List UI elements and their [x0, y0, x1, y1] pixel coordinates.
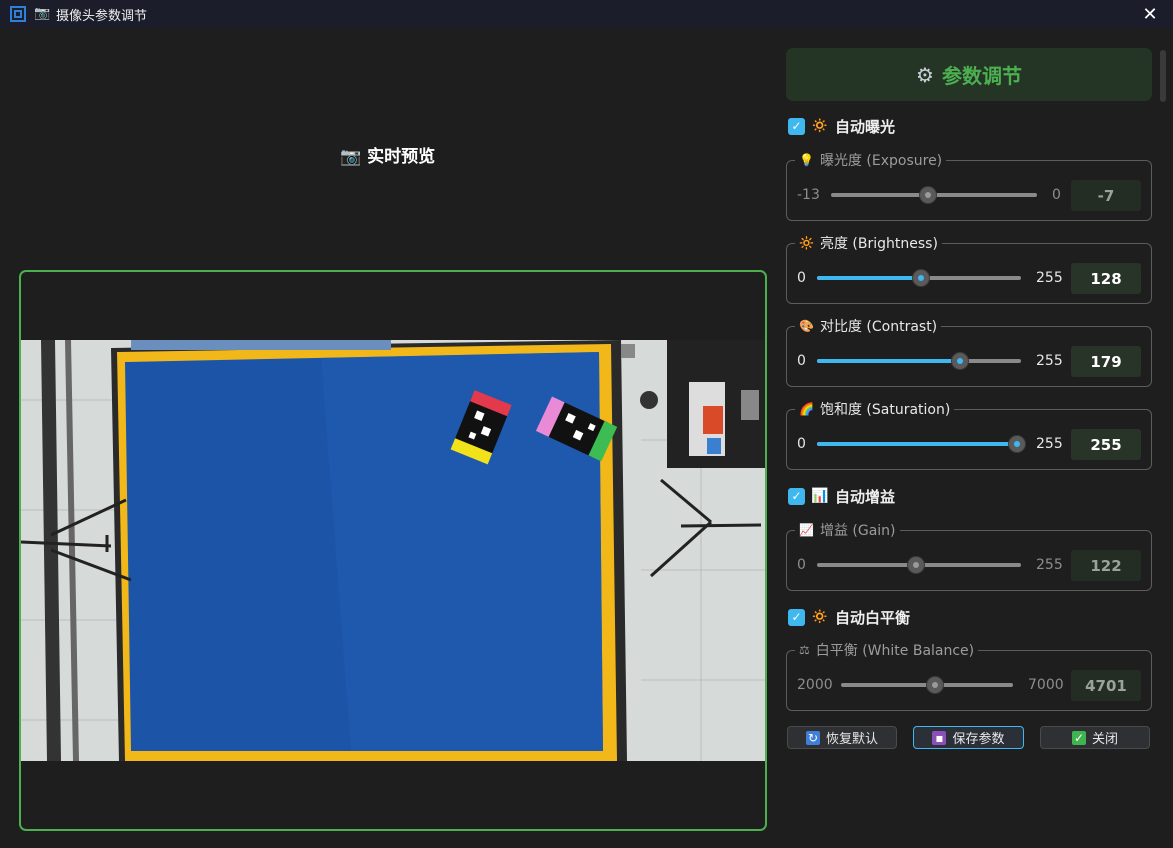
brightness-group: 🔆 亮度 (Brightness) 0 255 128	[786, 233, 1152, 304]
contrast-max: 255	[1036, 353, 1063, 369]
bar-chart-icon: 📊	[811, 488, 829, 504]
panel-title: 参数调节	[941, 64, 1022, 88]
save-params-button[interactable]: ▪ 保存参数	[913, 726, 1024, 749]
chart-up-icon: 📈	[799, 523, 814, 537]
auto-exposure-label: 自动曝光	[835, 117, 896, 136]
save-label: 保存参数	[952, 732, 1005, 747]
title-bar: 📷 摄像头参数调节 ✕	[0, 0, 1173, 28]
saturation-group: 🌈 饱和度 (Saturation) 0 255 255	[786, 399, 1152, 470]
gain-value[interactable]: 122	[1071, 550, 1141, 581]
refresh-icon: ↻	[805, 730, 820, 745]
white-balance-max: 7000	[1028, 677, 1064, 693]
contrast-group: 🎨 对比度 (Contrast) 0 255 179	[786, 316, 1152, 387]
auto-white-balance-checkbox[interactable]: ✓ 🔅 自动白平衡	[788, 607, 910, 627]
brightness-label: 亮度 (Brightness)	[819, 236, 938, 252]
white-balance-slider-handle[interactable]	[926, 676, 944, 694]
checkmark-icon[interactable]: ✓	[788, 487, 805, 505]
saturation-slider-handle[interactable]	[1008, 435, 1026, 453]
rainbow-icon: 🌈	[799, 402, 814, 416]
camera-icon: 📷	[34, 6, 51, 21]
sun-icon: 🔅	[811, 118, 829, 134]
brightness-value[interactable]: 128	[1071, 263, 1141, 294]
contrast-title: 🎨 对比度 (Contrast)	[795, 316, 942, 336]
auto-exposure-checkbox[interactable]: ✓ 🔅 自动曝光	[788, 116, 895, 136]
white-balance-title: ⚖ 白平衡 (White Balance)	[795, 640, 979, 660]
exposure-label: 曝光度 (Exposure)	[819, 153, 943, 169]
preview-title: 📷 实时预览	[340, 147, 436, 167]
saturation-value[interactable]: 255	[1071, 429, 1141, 460]
brightness-slider-handle[interactable]	[912, 269, 930, 287]
panel-scrollbar[interactable]	[1160, 50, 1166, 102]
exposure-group: 💡 曝光度 (Exposure) -13 0 -7	[786, 150, 1152, 221]
brightness-title: 🔆 亮度 (Brightness)	[795, 233, 942, 253]
gain-group: 📈 增益 (Gain) 0 255 122	[786, 520, 1152, 591]
gain-min: 0	[797, 557, 806, 573]
gain-label: 增益 (Gain)	[819, 523, 896, 539]
saturation-label: 饱和度 (Saturation)	[819, 402, 951, 418]
exposure-max: 0	[1052, 187, 1061, 203]
exposure-min: -13	[797, 187, 820, 203]
reset-label: 恢复默认	[825, 732, 878, 747]
white-balance-group: ⚖ 白平衡 (White Balance) 2000 7000 4701	[786, 640, 1152, 711]
exposure-value[interactable]: -7	[1071, 180, 1141, 211]
saturation-min: 0	[797, 436, 806, 452]
contrast-label: 对比度 (Contrast)	[819, 319, 938, 335]
white-balance-min: 2000	[797, 677, 833, 693]
checkmark-icon[interactable]: ✓	[788, 608, 805, 626]
gain-slider-handle[interactable]	[907, 556, 925, 574]
brightness-icon: 🔆	[799, 236, 814, 250]
white-balance-label: 白平衡 (White Balance)	[815, 643, 975, 659]
contrast-min: 0	[797, 353, 806, 369]
close-button[interactable]: ✓ 关闭	[1040, 726, 1150, 749]
exposure-title: 💡 曝光度 (Exposure)	[795, 150, 947, 170]
auto-gain-checkbox[interactable]: ✓ 📊 自动增益	[788, 486, 895, 506]
brightness-min: 0	[797, 270, 806, 286]
panel-header: ⚙ 参数调节	[786, 48, 1152, 101]
exposure-slider-handle[interactable]	[919, 186, 937, 204]
brightness-max: 255	[1036, 270, 1063, 286]
lightbulb-icon: 💡	[799, 153, 814, 167]
saturation-slider-fill	[817, 442, 1021, 446]
saturation-max: 255	[1036, 436, 1063, 452]
window-title: 摄像头参数调节	[56, 9, 148, 24]
saturation-title: 🌈 饱和度 (Saturation)	[795, 399, 955, 419]
gear-icon: ⚙	[916, 62, 934, 87]
white-balance-value[interactable]: 4701	[1071, 670, 1141, 701]
auto-gain-label: 自动增益	[835, 487, 896, 506]
palette-icon: 🎨	[799, 319, 814, 333]
gain-max: 255	[1036, 557, 1063, 573]
scales-icon: ⚖	[799, 643, 810, 657]
window-close-button[interactable]: ✕	[1127, 0, 1173, 28]
contrast-slider-fill	[817, 359, 961, 363]
floppy-disk-icon: ▪	[932, 730, 947, 745]
reset-defaults-button[interactable]: ↻ 恢复默认	[787, 726, 897, 749]
contrast-slider-handle[interactable]	[951, 352, 969, 370]
sun-icon: 🔅	[811, 609, 829, 625]
check-mark-icon: ✓	[1071, 730, 1086, 745]
close-label: 关闭	[1091, 732, 1118, 747]
close-icon: ✕	[1142, 3, 1158, 25]
camera-feed-image	[21, 340, 765, 761]
gain-title: 📈 增益 (Gain)	[795, 520, 900, 540]
app-icon	[10, 6, 26, 22]
preview-frame	[19, 270, 767, 831]
contrast-value[interactable]: 179	[1071, 346, 1141, 377]
brightness-slider-fill	[817, 276, 921, 280]
auto-white-balance-label: 自动白平衡	[835, 608, 911, 627]
checkmark-icon[interactable]: ✓	[788, 117, 805, 135]
